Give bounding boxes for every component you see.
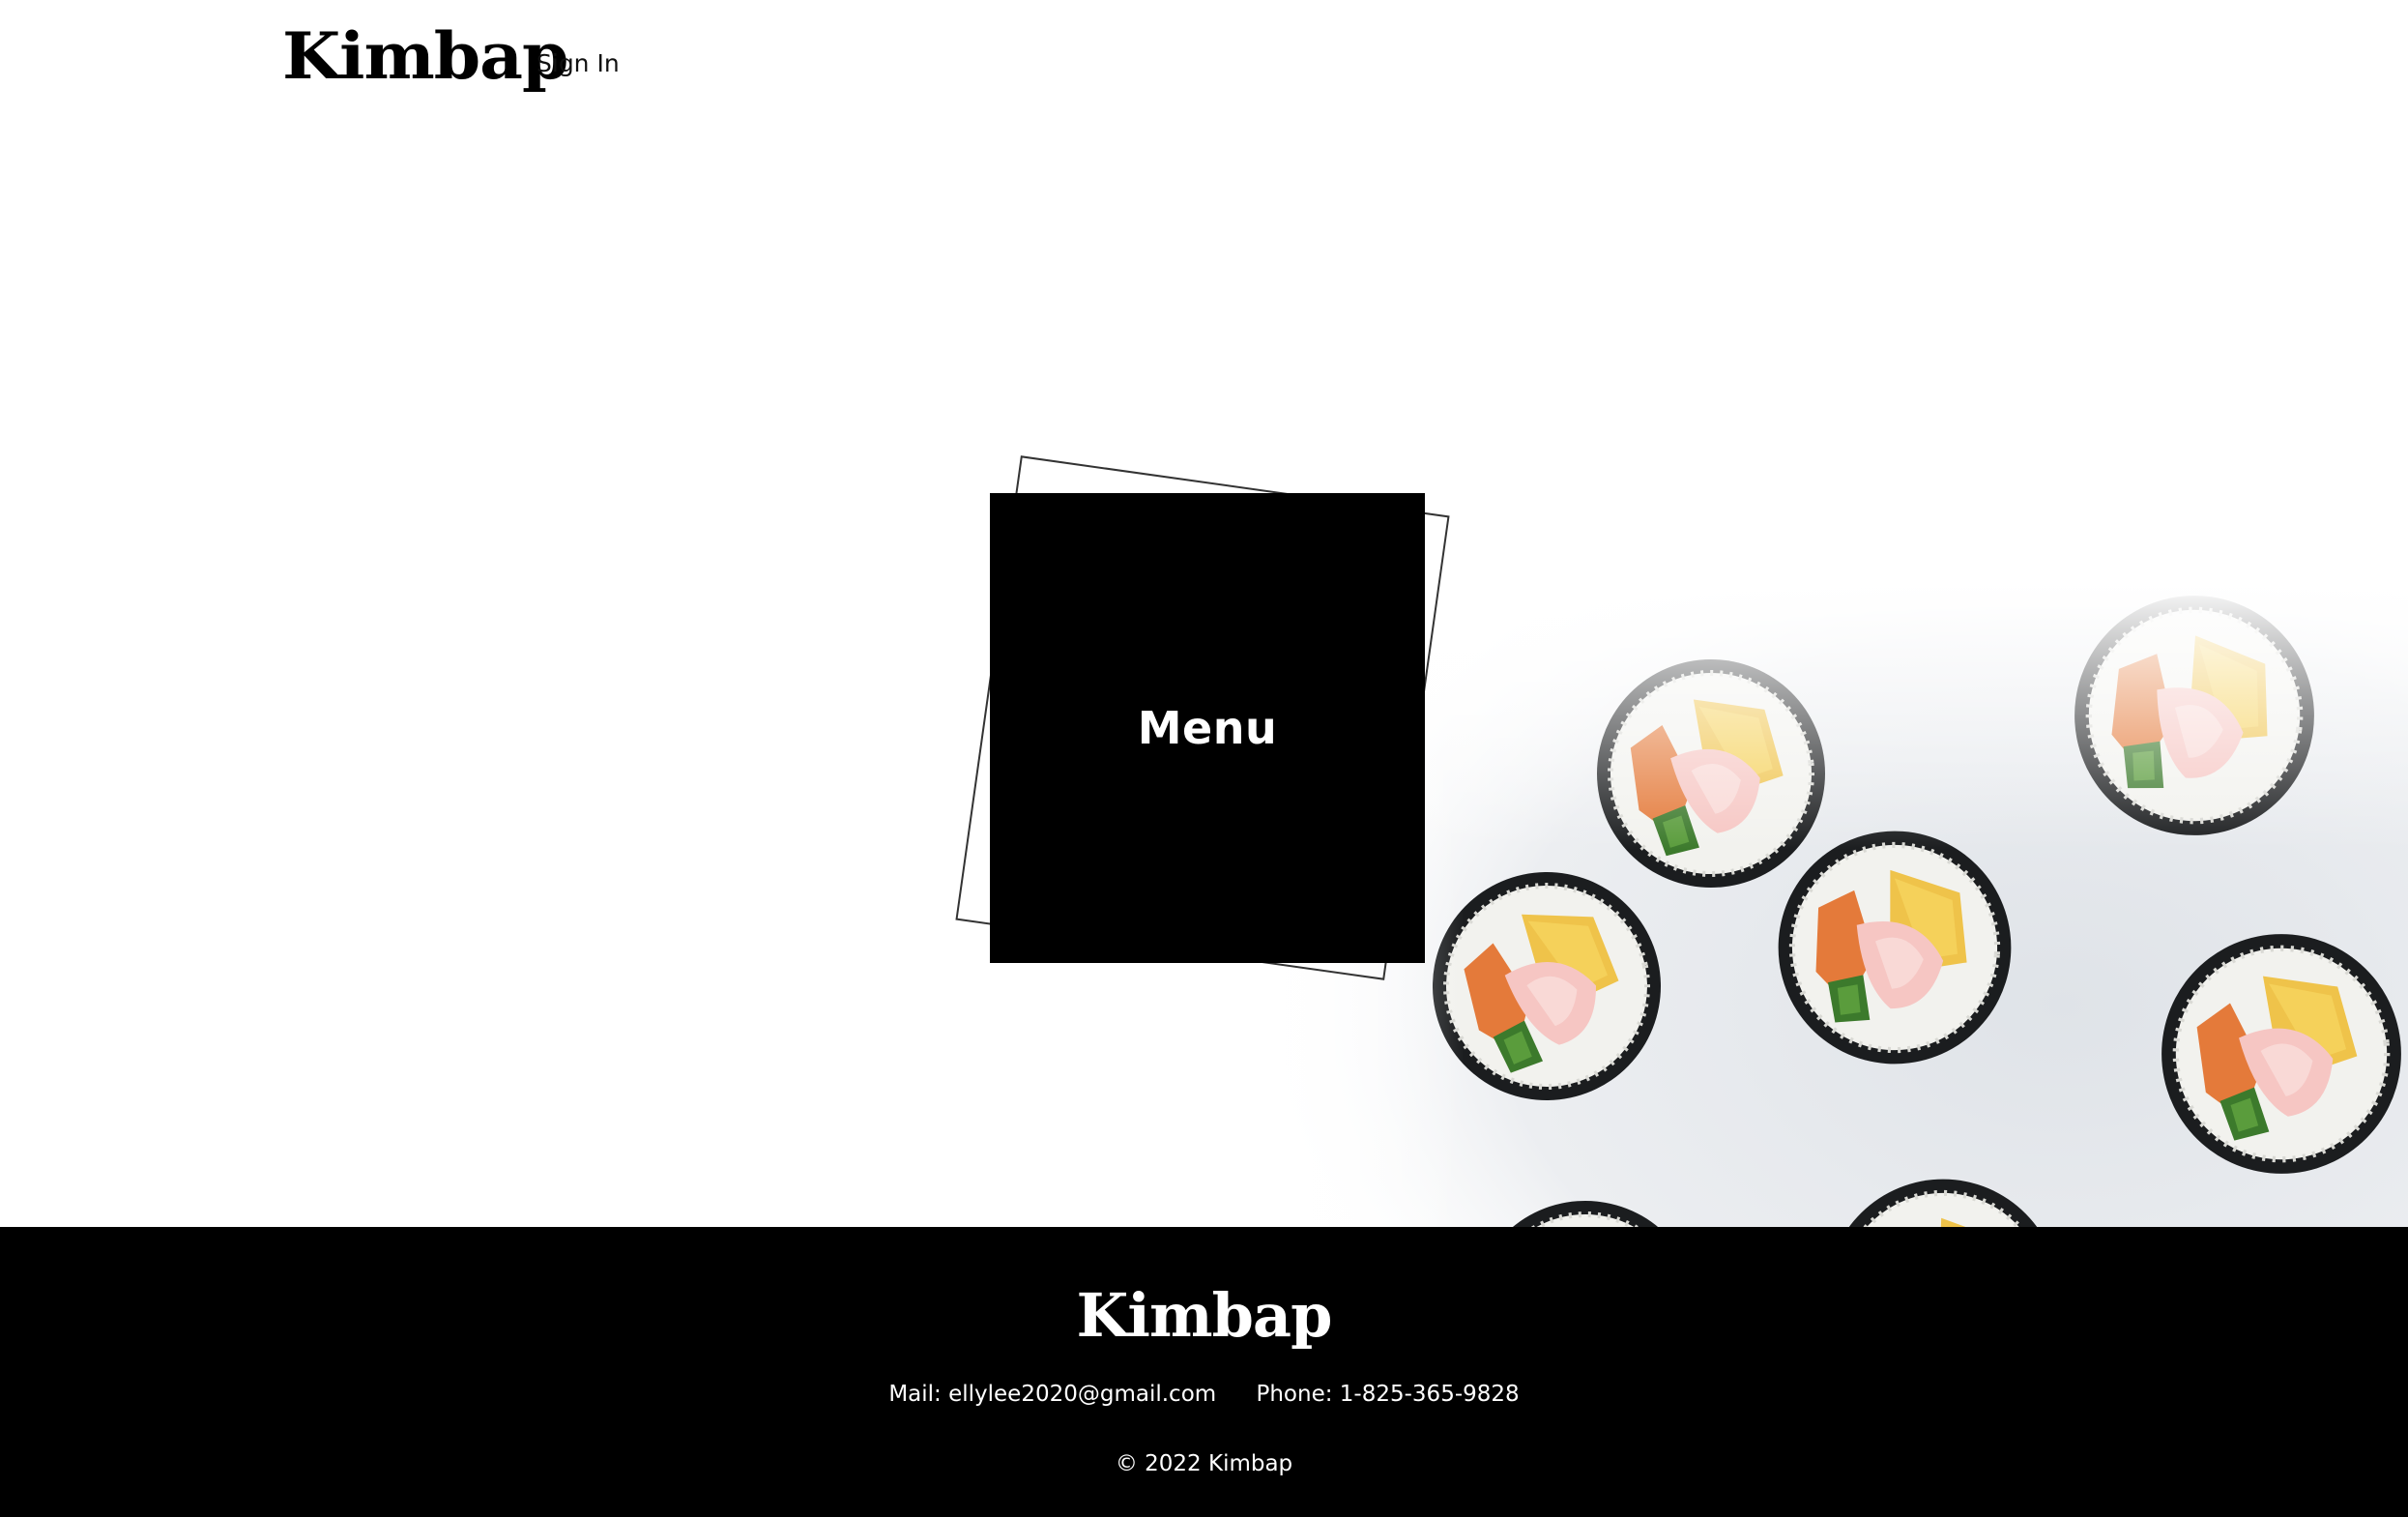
phone-label: Phone: [1256, 1382, 1333, 1407]
phone-value: 1-825-365-9828 [1339, 1382, 1520, 1407]
site-footer: Kimbap Mail: ellylee2020@gmail.com Phone… [0, 1227, 2408, 1517]
sign-in-link[interactable]: Sign In [537, 44, 620, 83]
site-logo[interactable]: Kimbap [282, 17, 568, 95]
footer-phone: Phone: 1-825-365-9828 [1256, 1382, 1519, 1407]
site-header: Kimbap Sign In [0, 0, 2408, 126]
mail-link[interactable]: ellylee2020@gmail.com [948, 1382, 1216, 1407]
hero-section: Menu [0, 126, 2408, 1353]
footer-contact: Mail: ellylee2020@gmail.com Phone: 1-825… [0, 1378, 2408, 1411]
footer-logo: Kimbap [1076, 1280, 1333, 1351]
footer-mail: Mail: ellylee2020@gmail.com [888, 1382, 1223, 1407]
mail-label: Mail: [888, 1382, 942, 1407]
footer-copyright: © 2022 Kimbap [1115, 1451, 1293, 1476]
menu-button[interactable]: Menu [990, 493, 1425, 963]
menu-label: Menu [1137, 702, 1278, 754]
